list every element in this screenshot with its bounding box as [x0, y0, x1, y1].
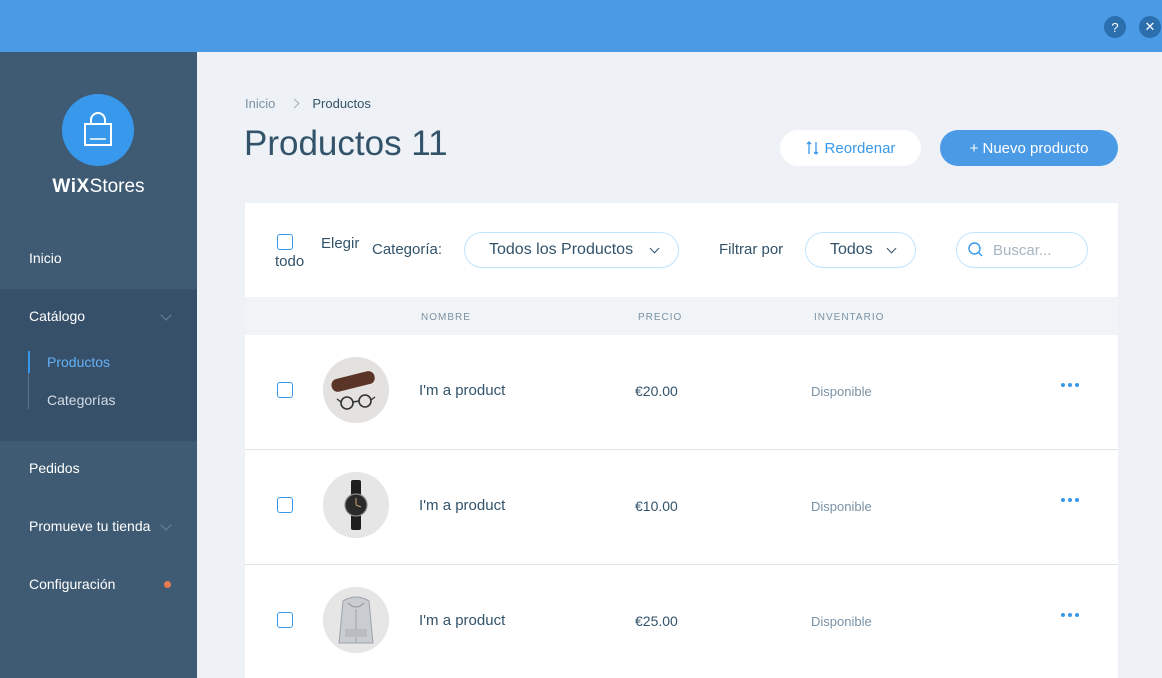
- product-price: €25.00: [635, 613, 678, 629]
- sidebar-item-promueve[interactable]: Promueve tu tienda: [0, 497, 197, 555]
- breadcrumb-current: Productos: [312, 96, 371, 111]
- dot-icon: [1061, 498, 1065, 502]
- more-actions-button[interactable]: [1061, 383, 1079, 387]
- product-name[interactable]: I'm a product: [419, 497, 505, 514]
- category-select[interactable]: Todos los Productos: [464, 232, 679, 268]
- sidebar-item-pedidos[interactable]: Pedidos: [0, 439, 197, 497]
- dot-icon: [1068, 383, 1072, 387]
- product-image-watch: [323, 472, 389, 538]
- filter-value: Todos: [830, 241, 873, 258]
- row-checkbox[interactable]: [277, 612, 293, 628]
- product-inventory: Disponible: [811, 614, 872, 629]
- more-actions-button[interactable]: [1061, 613, 1079, 617]
- close-button[interactable]: ✕: [1139, 16, 1161, 38]
- dot-icon: [1061, 383, 1065, 387]
- category-label: Categoría:: [372, 241, 443, 258]
- brand-stores: Stores: [89, 176, 145, 197]
- sidebar-subitem-productos[interactable]: Productos: [47, 354, 110, 370]
- reorder-label: Reordenar: [824, 139, 896, 157]
- help-icon: ?: [1111, 19, 1119, 35]
- page-title: Productos 11: [244, 124, 448, 163]
- dot-icon: [1075, 498, 1079, 502]
- chevron-down-icon: [160, 309, 172, 321]
- sidebar-item-catalogo[interactable]: Catálogo: [0, 287, 197, 345]
- chevron-down-icon: [160, 519, 172, 531]
- row-checkbox[interactable]: [277, 382, 293, 398]
- row-checkbox[interactable]: [277, 497, 293, 513]
- product-name[interactable]: I'm a product: [419, 382, 505, 399]
- new-product-button[interactable]: + Nuevo producto: [940, 130, 1118, 166]
- brand-wix: WiX: [52, 176, 90, 197]
- brand-name: WiXStores: [0, 176, 197, 198]
- reorder-icon: [806, 141, 819, 155]
- search-input[interactable]: [993, 241, 1079, 259]
- store-logo: [62, 94, 134, 166]
- chevron-right-icon: [289, 98, 300, 109]
- dot-icon: [1075, 383, 1079, 387]
- select-all-label-2: todo: [275, 253, 305, 270]
- dot-icon: [1068, 613, 1072, 617]
- filter-select[interactable]: Todos: [805, 232, 916, 268]
- filter-label: Filtrar por: [719, 241, 784, 258]
- more-actions-button[interactable]: [1061, 498, 1079, 502]
- product-price: €20.00: [635, 383, 678, 399]
- notification-dot: [164, 581, 171, 588]
- search-icon: [968, 242, 983, 257]
- sidebar-item-label: Pedidos: [29, 460, 80, 476]
- table-row[interactable]: I'm a product €25.00 Disponible: [245, 565, 1118, 678]
- search-box[interactable]: [956, 232, 1088, 268]
- sidebar: WiXStores Inicio Catálogo Productos Cate…: [0, 52, 197, 678]
- breadcrumb-home[interactable]: Inicio: [245, 96, 275, 111]
- sidebar-item-label: Promueve tu tienda: [29, 518, 151, 534]
- product-image-sunglasses: [323, 357, 389, 423]
- product-image-hoodie: [323, 587, 389, 653]
- select-all-checkbox[interactable]: [277, 234, 293, 250]
- sidebar-item-configuracion[interactable]: Configuración: [0, 555, 197, 613]
- sidebar-item-label: Inicio: [29, 250, 62, 266]
- sidebar-item-label: Configuración: [29, 576, 116, 592]
- chevron-down-icon: [649, 243, 660, 254]
- table-row[interactable]: I'm a product €10.00 Disponible: [245, 450, 1118, 565]
- top-bar: ? ✕: [0, 0, 1162, 52]
- new-product-label: + Nuevo producto: [969, 139, 1089, 157]
- products-panel: Elegir todo Categoría: Todos los Product…: [245, 203, 1118, 678]
- sidebar-item-inicio[interactable]: Inicio: [0, 229, 197, 287]
- active-indicator: [28, 351, 30, 373]
- filter-bar: Elegir todo Categoría: Todos los Product…: [245, 203, 1118, 297]
- sidebar-subitem-categorias[interactable]: Categorías: [47, 392, 115, 408]
- help-button[interactable]: ?: [1104, 16, 1126, 38]
- product-name[interactable]: I'm a product: [419, 612, 505, 629]
- chevron-down-icon: [886, 243, 897, 254]
- product-price: €10.00: [635, 498, 678, 514]
- shopping-bag-icon: [84, 112, 112, 146]
- sidebar-item-label: Catálogo: [29, 308, 86, 324]
- dot-icon: [1075, 613, 1079, 617]
- select-all-label-1: Elegir: [321, 235, 360, 252]
- table-row[interactable]: I'm a product €20.00 Disponible: [245, 335, 1118, 450]
- reorder-button[interactable]: Reordenar: [780, 130, 921, 166]
- close-icon: ✕: [1144, 19, 1156, 34]
- column-header-inventory[interactable]: INVENTARIO: [814, 312, 884, 323]
- column-header-price[interactable]: PRECIO: [638, 312, 682, 323]
- table-header: NOMBRE PRECIO INVENTARIO: [245, 297, 1118, 335]
- breadcrumb: Inicio Productos: [245, 96, 371, 111]
- product-inventory: Disponible: [811, 384, 872, 399]
- dot-icon: [1068, 498, 1072, 502]
- category-value: Todos los Productos: [489, 241, 634, 258]
- column-header-name[interactable]: NOMBRE: [421, 312, 471, 323]
- dot-icon: [1061, 613, 1065, 617]
- product-inventory: Disponible: [811, 499, 872, 514]
